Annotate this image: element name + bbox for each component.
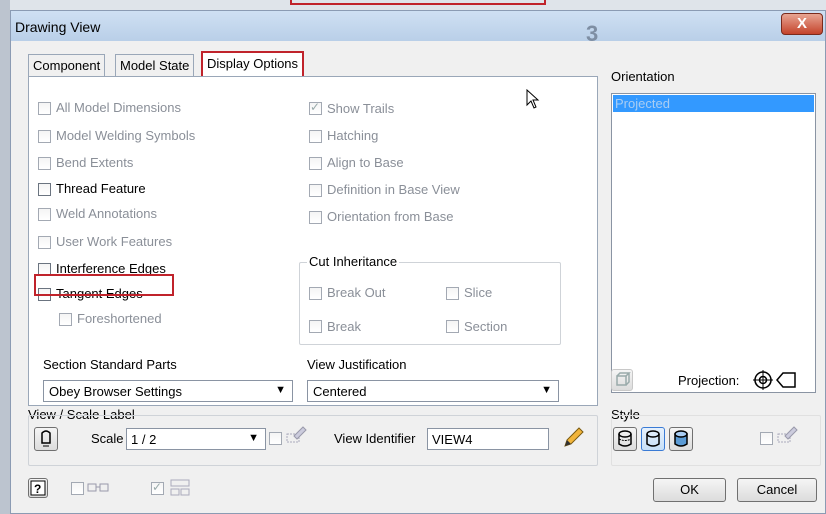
bend-extents-label: Bend Extents: [56, 155, 134, 170]
view-justification-select[interactable]: Centered ▼: [307, 380, 559, 402]
svg-text:?: ?: [34, 482, 41, 496]
all-model-dimensions-label: All Model Dimensions: [56, 100, 181, 115]
projection-label: Projection:: [678, 373, 740, 388]
slice-checkbox[interactable]: [446, 287, 459, 300]
break-label: Break: [327, 319, 361, 334]
scale-value: 1 / 2: [131, 432, 157, 447]
hidden-line-button[interactable]: [613, 427, 637, 451]
background-edge: [0, 0, 10, 514]
section-standard-parts-label: Section Standard Parts: [43, 357, 177, 372]
model-welding-symbols-checkbox[interactable]: [38, 130, 51, 143]
all-model-dimensions-checkbox[interactable]: [38, 102, 51, 115]
shaded-cylinder-icon: [674, 430, 688, 447]
break-checkbox[interactable]: [309, 320, 322, 333]
cut-inheritance-title: Cut Inheritance: [307, 254, 400, 269]
title-bar: Drawing View 3 X: [11, 11, 825, 46]
weld-annotations-checkbox[interactable]: [38, 208, 51, 221]
cancel-button[interactable]: Cancel: [737, 478, 817, 502]
background-digit: 3: [586, 21, 599, 46]
cylinder-icon: [646, 430, 660, 447]
thread-feature-checkbox[interactable]: [38, 183, 51, 196]
model-welding-symbols-label: Model Welding Symbols: [56, 128, 196, 143]
close-button[interactable]: X: [781, 13, 823, 35]
align-to-base-label: Align to Base: [327, 155, 404, 170]
tab-model-state[interactable]: Model State: [115, 54, 195, 76]
orientation-from-base-checkbox[interactable]: [309, 211, 322, 224]
section-checkbox[interactable]: [446, 320, 459, 333]
show-trails-checkbox[interactable]: [309, 100, 322, 115]
hidden-line-removed-button[interactable]: [641, 427, 665, 451]
hatching-label: Hatching: [327, 128, 379, 143]
edit-label-icon: [286, 426, 307, 443]
section-standard-parts-select[interactable]: Obey Browser Settings ▼: [43, 380, 293, 402]
drawing-view-dialog: Drawing View 3 X Component Model State D…: [10, 10, 826, 514]
definition-in-base-view-label: Definition in Base View: [327, 182, 460, 197]
dialog-title: Drawing View: [15, 19, 101, 35]
preview-checkbox[interactable]: [71, 482, 84, 495]
pencil-icon: [564, 427, 584, 447]
definition-in-base-view-checkbox[interactable]: [309, 184, 322, 197]
bend-extents-checkbox[interactable]: [38, 157, 51, 170]
break-out-label: Break Out: [327, 285, 386, 300]
thread-feature-label: Thread Feature: [56, 181, 146, 196]
tab-display-options[interactable]: Display Options: [201, 51, 305, 76]
style-edit-icon: [777, 426, 798, 443]
preview-option-checkbox[interactable]: [151, 480, 164, 495]
view-identifier-value: VIEW4: [432, 432, 473, 447]
view-identifier-field[interactable]: VIEW4: [427, 428, 549, 450]
cylinder-hidden-line-icon: [618, 430, 632, 447]
scale-visibility-checkbox[interactable]: [269, 432, 282, 445]
break-out-checkbox[interactable]: [309, 287, 322, 300]
foreshortened-checkbox[interactable]: [59, 313, 72, 326]
shaded-button[interactable]: [669, 427, 693, 451]
user-work-features-checkbox[interactable]: [38, 236, 51, 249]
tangent-edges-highlight: [34, 274, 174, 296]
hatching-checkbox[interactable]: [309, 130, 322, 143]
section-standard-parts-value: Obey Browser Settings: [49, 384, 182, 399]
projection-symbol-icon[interactable]: [752, 369, 798, 391]
section-label: Section: [464, 319, 508, 334]
edit-view-label-button[interactable]: [559, 424, 587, 452]
weld-annotations-label: Weld Annotations: [56, 206, 157, 221]
view-justification-value: Centered: [313, 384, 367, 399]
orientation-from-base-label: Orientation from Base: [327, 209, 454, 224]
slice-label: Slice: [464, 285, 493, 300]
light-bulb-icon: [41, 430, 51, 447]
orientation-item-projected[interactable]: Projected: [613, 95, 814, 112]
orientation-list[interactable]: Projected: [611, 93, 816, 393]
user-work-features-label: User Work Features: [56, 234, 173, 249]
scale-combobox[interactable]: 1 / 2 ▼: [126, 428, 266, 450]
background-highlight-box: [290, 0, 546, 5]
help-icon: ?: [30, 480, 46, 496]
chevron-down-icon: ▼: [248, 432, 259, 444]
ok-button[interactable]: OK: [653, 478, 726, 502]
custom-view-button[interactable]: [611, 369, 633, 391]
close-icon: X: [796, 15, 807, 32]
foreshortened-label: Foreshortened: [77, 311, 162, 326]
cube-icon: [616, 372, 631, 386]
view-identifier-label: View Identifier: [334, 431, 416, 446]
display-options-panel: All Model Dimensions Model Welding Symbo…: [28, 76, 598, 406]
align-to-base-checkbox[interactable]: [309, 157, 322, 170]
chevron-down-icon: ▼: [275, 384, 286, 396]
chevron-down-icon: ▼: [541, 384, 552, 396]
glasses-icon: [87, 483, 109, 492]
help-button[interactable]: ?: [28, 478, 48, 498]
mouse-cursor-icon: [526, 89, 540, 109]
view-justification-label: View Justification: [307, 357, 407, 372]
tab-component[interactable]: Component: [28, 54, 106, 76]
scale-label: Scale: [91, 431, 124, 446]
show-trails-label: Show Trails: [327, 101, 395, 116]
style-label-checkbox[interactable]: [760, 432, 773, 445]
layout-icon: [170, 479, 190, 496]
orientation-label: Orientation: [611, 69, 675, 84]
toggle-label-visibility-button[interactable]: [34, 427, 58, 451]
